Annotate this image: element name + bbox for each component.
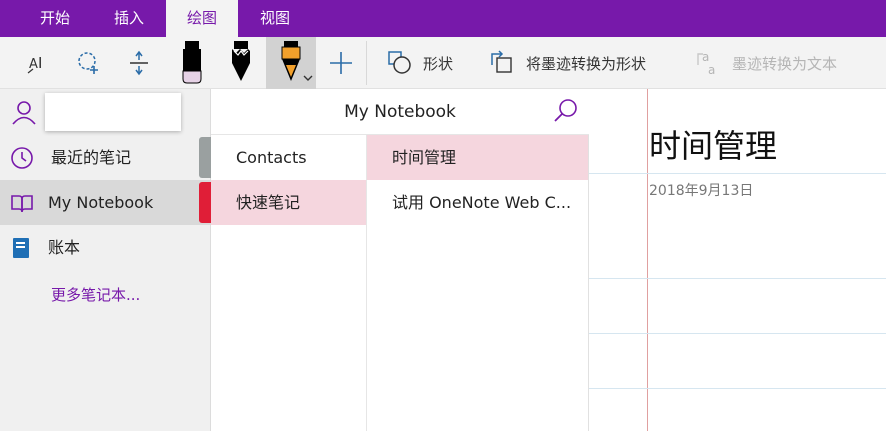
book-open-icon xyxy=(11,195,33,213)
ballpoint-pen-icon xyxy=(232,41,250,81)
more-notebooks-link[interactable]: 更多笔记本... xyxy=(51,284,140,305)
rule-line xyxy=(589,173,886,174)
notebook-nav-pane: 最近的笔记 My Notebook 账本 更多笔记本... xyxy=(0,89,211,431)
pen-orange-button[interactable] xyxy=(266,37,316,89)
section-list: Contacts 快速笔记 xyxy=(211,135,367,431)
ink-to-shape-label: 将墨迹转换为形状 xyxy=(526,54,647,73)
pen-black-button[interactable] xyxy=(220,37,262,89)
clock-icon xyxy=(11,147,33,169)
search-icon[interactable] xyxy=(553,98,579,124)
person-icon[interactable] xyxy=(11,99,37,125)
rule-line xyxy=(589,388,886,389)
tab-insert[interactable]: 插入 xyxy=(96,0,162,37)
shapes-label: 形状 xyxy=(422,54,453,73)
tab-draw[interactable]: 绘图 xyxy=(166,0,238,37)
sidebar-item-recent[interactable]: 最近的笔记 xyxy=(0,135,211,180)
ink-to-text-label: 墨迹转换为文本 xyxy=(732,54,838,73)
section-item-quick-notes[interactable]: 快速笔记 xyxy=(211,180,366,225)
page-title[interactable]: 时间管理 xyxy=(649,121,777,167)
margin-line xyxy=(647,89,648,431)
page-list: 时间管理 试用 OneNote Web C... xyxy=(367,135,589,431)
text-cursor-icon: A I xyxy=(27,54,42,74)
svg-text:I: I xyxy=(38,54,42,72)
account-box[interactable] xyxy=(45,93,181,131)
add-space-button[interactable] xyxy=(118,37,160,89)
draw-toolbar: A I 形状 将墨迹转换为形状 a a 墨迹转换为文本 xyxy=(0,37,886,89)
ink-to-shape-icon xyxy=(491,50,512,73)
page-canvas[interactable]: 时间管理 2018年9月13日 xyxy=(589,89,886,431)
type-text-button[interactable]: A I xyxy=(18,37,60,89)
ink-to-shape-button[interactable]: 将墨迹转换为形状 xyxy=(488,37,668,89)
tab-home[interactable]: 开始 xyxy=(22,0,88,37)
notebook-color-tab xyxy=(199,137,211,178)
sidebar-item-label: 最近的笔记 xyxy=(51,148,132,167)
toolbar-divider xyxy=(366,41,367,85)
chevron-down-icon xyxy=(303,75,313,81)
marker-black-button[interactable] xyxy=(168,37,214,89)
plus-icon xyxy=(330,52,352,74)
marker-pen-icon xyxy=(182,41,202,84)
sidebar-item-label: 账本 xyxy=(48,238,81,257)
sidebar-item-ledger[interactable]: 账本 xyxy=(0,225,211,270)
ribbon-tabs: 开始 插入 绘图 视图 xyxy=(0,0,886,37)
sidebar-item-label: My Notebook xyxy=(48,193,154,212)
notebook-header: My Notebook xyxy=(211,89,589,135)
notebook-title: My Notebook xyxy=(344,102,456,122)
rule-line xyxy=(589,333,886,334)
lasso-select-button[interactable] xyxy=(68,37,110,89)
svg-text:a: a xyxy=(708,63,715,77)
account-row xyxy=(0,89,211,135)
tab-view[interactable]: 视图 xyxy=(242,0,308,37)
shapes-button[interactable]: 形状 xyxy=(380,37,460,89)
add-pen-button[interactable] xyxy=(322,37,360,89)
shapes-icon xyxy=(388,51,411,74)
rule-line xyxy=(589,278,886,279)
svg-text:A: A xyxy=(29,57,38,72)
insert-space-icon xyxy=(130,50,148,76)
sidebar-item-my-notebook[interactable]: My Notebook xyxy=(0,180,211,225)
ink-to-text-button[interactable]: a a 墨迹转换为文本 xyxy=(694,37,864,89)
svg-text:a: a xyxy=(702,50,709,64)
page-date: 2018年9月13日 xyxy=(649,183,754,199)
notebook-icon xyxy=(13,238,29,258)
lasso-select-icon xyxy=(78,52,98,74)
page-item-try-onenote[interactable]: 试用 OneNote Web C... xyxy=(367,180,588,225)
section-item-contacts[interactable]: Contacts xyxy=(211,135,366,180)
page-item-time-management[interactable]: 时间管理 xyxy=(367,135,588,180)
notebook-color-tab xyxy=(199,182,211,223)
ink-to-text-icon: a a xyxy=(697,50,715,77)
